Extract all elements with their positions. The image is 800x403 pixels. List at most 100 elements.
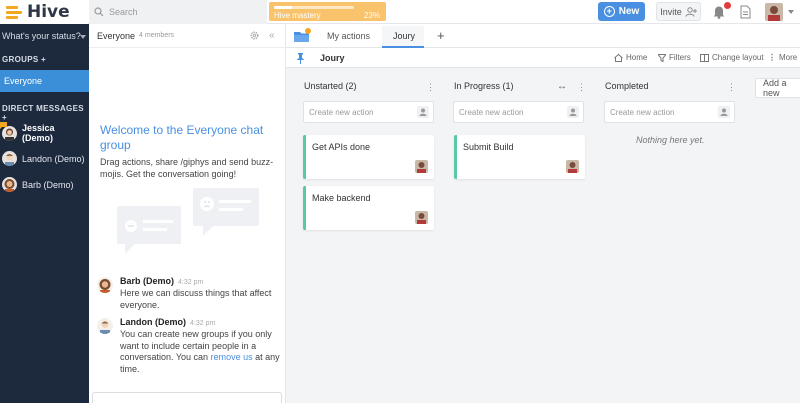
column-title-in-progress: In Progress (1) bbox=[454, 81, 514, 91]
document-icon[interactable] bbox=[740, 5, 751, 19]
assignee-avatar bbox=[415, 160, 428, 173]
column-title-completed: Completed bbox=[605, 81, 649, 91]
action-card[interactable]: Submit Build bbox=[454, 135, 585, 179]
chat-panel: Everyone 4 members « Welcome to the Ever… bbox=[89, 24, 286, 403]
more-label: More bbox=[779, 53, 798, 62]
home-button[interactable]: Home bbox=[614, 53, 647, 62]
resize-column-icon[interactable]: ↔ bbox=[557, 81, 567, 92]
filters-button[interactable]: Filters bbox=[658, 53, 691, 62]
column-menu-icon[interactable]: ⋮ bbox=[577, 82, 586, 93]
invite-button[interactable]: Invite bbox=[656, 2, 701, 21]
assignee-avatar bbox=[566, 160, 579, 173]
column-menu-icon[interactable]: ⋮ bbox=[727, 82, 736, 93]
message-author[interactable]: Barb (Demo) 4:32 pm bbox=[120, 276, 203, 286]
assign-user-icon[interactable] bbox=[567, 106, 579, 118]
sidebar-item-label: Barb (Demo) bbox=[22, 179, 74, 190]
avatar bbox=[97, 277, 113, 293]
plus-circle-icon: + bbox=[603, 6, 615, 17]
chat-message: Barb (Demo) 4:32 pm Here we can discuss t… bbox=[97, 276, 282, 316]
create-action-input[interactable]: Create new action bbox=[303, 101, 434, 123]
message-time: 4:32 pm bbox=[190, 320, 216, 327]
assignee-avatar bbox=[415, 211, 428, 224]
tab-joury[interactable]: Joury bbox=[393, 31, 415, 41]
sidebar-item-label: Landon (Demo) bbox=[22, 153, 85, 164]
groups-header[interactable]: GROUPS + bbox=[2, 55, 46, 64]
assign-user-icon[interactable] bbox=[417, 106, 429, 118]
create-action-placeholder: Create new action bbox=[610, 107, 675, 117]
mastery-label: Hive mastery bbox=[274, 11, 321, 20]
search-placeholder: Search bbox=[109, 7, 138, 17]
board-panel: My actions Joury + Joury Home Filters Ch… bbox=[286, 24, 800, 403]
chevron-down-icon[interactable] bbox=[80, 35, 86, 39]
member-count[interactable]: 4 members bbox=[139, 32, 174, 39]
action-card[interactable]: Make backend bbox=[303, 186, 434, 230]
pin-icon[interactable] bbox=[296, 53, 305, 64]
direct-messages-header[interactable]: DIRECT MESSAGES + bbox=[2, 104, 89, 122]
welcome-title: Welcome to the Everyone chat group bbox=[100, 123, 264, 152]
change-layout-button[interactable]: Change layout bbox=[700, 53, 764, 62]
message-author[interactable]: Landon (Demo) 4:32 pm bbox=[120, 317, 215, 327]
column-menu-icon[interactable]: ⋮ bbox=[426, 82, 435, 93]
chat-message: Landon (Demo) 4:32 pm You can create new … bbox=[97, 317, 282, 377]
action-card[interactable]: Get APIs done bbox=[303, 135, 434, 179]
search-input[interactable]: Search bbox=[89, 0, 267, 24]
mastery-percent: 23% bbox=[363, 11, 380, 20]
sidebar-item-barb[interactable]: Barb (Demo) bbox=[2, 177, 74, 192]
empty-column-message: Nothing here yet. bbox=[636, 135, 705, 145]
remove-us-link[interactable]: remove us bbox=[211, 352, 253, 362]
home-label: Home bbox=[626, 53, 648, 62]
column-title-unstarted: Unstarted (2) bbox=[304, 81, 357, 91]
add-column-input[interactable]: Add a new bbox=[755, 78, 800, 98]
filter-icon bbox=[658, 53, 666, 62]
tab-bar: My actions Joury + bbox=[286, 24, 800, 48]
chat-group-name: Everyone bbox=[97, 30, 136, 41]
layout-icon bbox=[700, 53, 709, 62]
project-title: Joury bbox=[320, 53, 345, 63]
top-bar: Hive Search Hive mastery 23% + New Invit… bbox=[0, 0, 800, 24]
avatar bbox=[97, 318, 113, 334]
more-button[interactable]: ⋮ More bbox=[768, 53, 797, 62]
home-icon bbox=[614, 53, 623, 62]
sidebar-item-landon[interactable]: Landon (Demo) bbox=[2, 151, 85, 166]
create-action-placeholder: Create new action bbox=[459, 107, 524, 117]
welcome-description: Drag actions, share /giphys and send buz… bbox=[100, 157, 274, 179]
search-icon bbox=[94, 7, 104, 17]
sidebar: What's your status? GROUPS + Everyone DI… bbox=[0, 24, 89, 403]
hive-mastery-progress[interactable]: Hive mastery 23% bbox=[269, 2, 386, 21]
collapse-icon[interactable]: « bbox=[269, 30, 275, 41]
create-action-input[interactable]: Create new action bbox=[453, 101, 584, 123]
user-menu-caret-icon[interactable] bbox=[788, 10, 794, 14]
new-button-label: New bbox=[618, 6, 640, 17]
assign-user-icon[interactable] bbox=[718, 106, 730, 118]
project-toolbar: Joury Home Filters Change layout ⋮ More bbox=[286, 48, 800, 68]
add-tab-button[interactable]: + bbox=[437, 28, 445, 43]
new-button[interactable]: + New bbox=[598, 2, 645, 21]
action-card-title: Make backend bbox=[312, 193, 371, 203]
filters-label: Filters bbox=[669, 53, 691, 62]
notification-badge bbox=[724, 2, 731, 9]
folder-notification-badge bbox=[305, 28, 311, 34]
message-text: Here we can discuss things that affect e… bbox=[120, 288, 272, 310]
user-avatar[interactable] bbox=[765, 3, 783, 21]
create-action-input[interactable]: Create new action bbox=[604, 101, 735, 123]
status-input[interactable]: What's your status? bbox=[2, 31, 81, 41]
invite-button-label: Invite bbox=[660, 6, 682, 17]
chat-bubble-icon bbox=[0, 122, 7, 132]
gear-icon[interactable] bbox=[249, 30, 260, 41]
more-vertical-icon: ⋮ bbox=[768, 53, 776, 62]
message-input[interactable] bbox=[92, 392, 282, 403]
action-card-title: Submit Build bbox=[463, 142, 514, 152]
sidebar-item-jessica[interactable]: Jessica (Demo) bbox=[0, 122, 82, 143]
add-column-placeholder: Add a new bbox=[763, 78, 787, 98]
sidebar-item-everyone[interactable]: Everyone bbox=[0, 70, 89, 92]
hive-logo[interactable]: Hive bbox=[0, 0, 88, 24]
action-card-title: Get APIs done bbox=[312, 142, 371, 152]
avatar bbox=[2, 177, 17, 192]
sidebar-item-label: Jessica (Demo) bbox=[22, 123, 55, 143]
tab-my-actions[interactable]: My actions bbox=[327, 31, 370, 41]
avatar bbox=[2, 151, 17, 166]
add-user-icon bbox=[685, 6, 697, 17]
mastery-bar bbox=[274, 6, 354, 9]
message-time: 4:32 pm bbox=[178, 279, 204, 286]
message-text: You can create new groups if you only wa… bbox=[120, 329, 280, 374]
